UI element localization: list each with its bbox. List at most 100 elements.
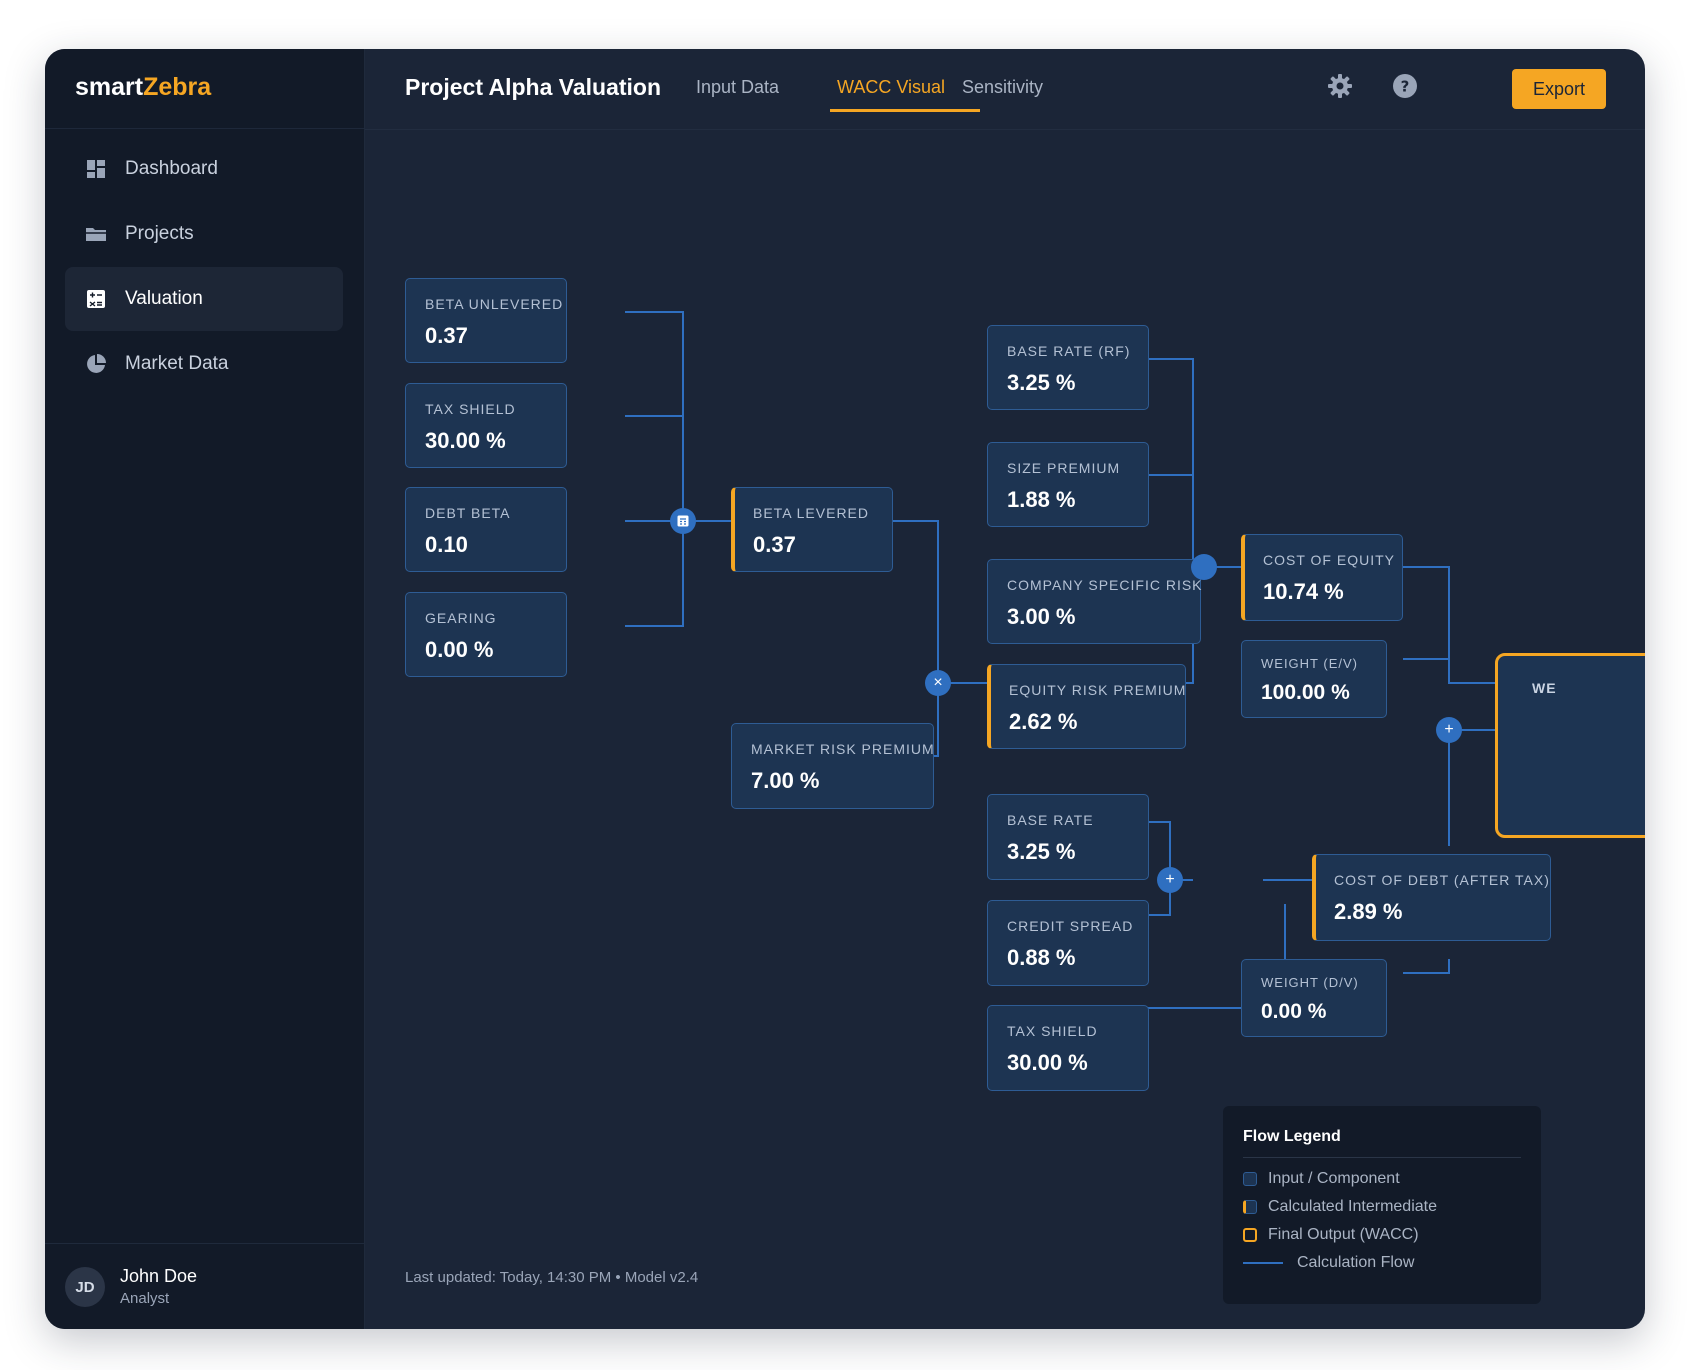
node-market-risk-premium[interactable]: MARKET RISK PREMIUM 7.00 % — [731, 723, 934, 809]
brand-accent: Zebra — [143, 73, 212, 101]
plus-operator-icon[interactable]: + — [1436, 717, 1462, 743]
node-cost-of-debt[interactable]: COST OF DEBT (AFTER TAX) 2.89 % — [1312, 854, 1551, 941]
node-value: 100.00 % — [1261, 681, 1350, 704]
node-value: 2.89 % — [1334, 899, 1403, 924]
legend-item-final: Final Output (WACC) — [1243, 1226, 1419, 1244]
legend-item-calculated: Calculated Intermediate — [1243, 1198, 1437, 1216]
node-value: 0.88 % — [1007, 945, 1076, 970]
top-bar: Project Alpha Valuation Input Data WACC … — [365, 49, 1645, 130]
node-credit-spread[interactable]: CREDIT SPREAD 0.88 % — [987, 900, 1149, 986]
node-value: 10.74 % — [1263, 579, 1344, 604]
node-value: 0.00 % — [425, 637, 494, 662]
sidebar-item-label: Valuation — [125, 288, 203, 309]
node-weight-ev[interactable]: WEIGHT (E/V) 100.00 % — [1241, 640, 1387, 718]
legend-swatch-final — [1243, 1228, 1257, 1242]
pie-chart-icon — [85, 353, 107, 375]
legend-divider — [1243, 1157, 1521, 1158]
export-button[interactable]: Export — [1512, 69, 1606, 109]
node-gearing[interactable]: GEARING 0.00 % — [405, 592, 567, 677]
flow-legend: Flow Legend Input / Component Calculated… — [1223, 1106, 1541, 1304]
legend-label: Calculation Flow — [1297, 1254, 1415, 1271]
node-label: TAX SHIELD — [1007, 1023, 1098, 1039]
node-label: WE — [1532, 680, 1557, 696]
sidebar-item-label: Dashboard — [125, 158, 218, 179]
avatar: JD — [65, 1267, 105, 1307]
help-icon[interactable]: ? — [1390, 71, 1420, 101]
app-window: smartZebra Dashboard Projects Valuation … — [45, 49, 1645, 1329]
node-value: 0.37 — [425, 323, 468, 348]
legend-label: Final Output (WACC) — [1268, 1226, 1419, 1243]
sidebar-item-valuation[interactable]: Valuation — [65, 267, 343, 331]
node-base-rate[interactable]: BASE RATE 3.25 % — [987, 794, 1149, 880]
calculator-icon — [85, 288, 107, 310]
node-beta-unlevered[interactable]: BETA UNLEVERED 0.37 — [405, 278, 567, 363]
legend-swatch-input — [1243, 1172, 1257, 1186]
brand-prefix: smart — [75, 73, 144, 101]
sidebar-item-projects[interactable]: Projects — [65, 202, 343, 266]
sidebar-item-label: Market Data — [125, 353, 229, 374]
node-label: CREDIT SPREAD — [1007, 918, 1134, 934]
node-equity-risk-premium[interactable]: EQUITY RISK PREMIUM 2.62 % — [987, 664, 1186, 749]
node-tax-shield[interactable]: TAX SHIELD 30.00 % — [405, 383, 567, 468]
node-label: WEIGHT (E/V) — [1261, 656, 1358, 671]
brand-logo[interactable]: smartZebra — [75, 73, 211, 102]
node-value: 3.25 % — [1007, 839, 1076, 864]
legend-item-flow: Calculation Flow — [1243, 1254, 1414, 1272]
plus-operator-icon[interactable] — [1191, 554, 1217, 580]
tab-sensitivity[interactable]: Sensitivity — [962, 77, 1043, 98]
node-value: 7.00 % — [751, 768, 820, 793]
node-value: 0.37 — [753, 532, 796, 557]
svg-text:?: ? — [1401, 78, 1410, 96]
calculator-operator-icon[interactable] — [670, 508, 696, 534]
node-cost-of-equity[interactable]: COST OF EQUITY 10.74 % — [1241, 534, 1403, 621]
node-label: DEBT BETA — [425, 505, 511, 521]
plus-operator-icon[interactable]: + — [1157, 867, 1183, 893]
node-label: TAX SHIELD — [425, 401, 516, 417]
user-name: John Doe — [120, 1266, 198, 1286]
node-label: MARKET RISK PREMIUM — [751, 741, 935, 757]
node-label: WEIGHT (D/V) — [1261, 975, 1359, 990]
node-weight-dv[interactable]: WEIGHT (D/V) 0.00 % — [1241, 959, 1387, 1037]
main-area: Project Alpha Valuation Input Data WACC … — [365, 49, 1645, 1329]
node-value: 3.25 % — [1007, 370, 1076, 395]
node-label: BASE RATE (RF) — [1007, 343, 1131, 359]
tab-wacc-visual[interactable]: WACC Visual — [837, 77, 945, 98]
node-base-rate-rf[interactable]: BASE RATE (RF) 3.25 % — [987, 325, 1149, 410]
wacc-flow-canvas: BETA UNLEVERED 0.37 TAX SHIELD 30.00 % D… — [365, 129, 1645, 1329]
active-tab-indicator — [830, 109, 980, 112]
sidebar: smartZebra Dashboard Projects Valuation … — [45, 49, 365, 1329]
sidebar-item-market-data[interactable]: Market Data — [65, 332, 343, 396]
legend-swatch-flow-line — [1243, 1262, 1283, 1264]
node-value: 1.88 % — [1007, 487, 1076, 512]
node-label: BETA LEVERED — [753, 505, 870, 521]
node-value: 3.00 % — [1007, 604, 1076, 629]
settings-gear-icon[interactable] — [1325, 71, 1355, 101]
user-profile[interactable]: JD John Doe Analyst — [45, 1243, 364, 1329]
node-beta-levered[interactable]: BETA LEVERED 0.37 — [731, 487, 893, 572]
node-value: 0.00 % — [1261, 1000, 1327, 1023]
node-tax-shield-debt[interactable]: TAX SHIELD 30.00 % — [987, 1005, 1149, 1091]
user-role: Analyst — [120, 1290, 170, 1307]
tab-input-data[interactable]: Input Data — [696, 77, 779, 98]
node-label: COST OF EQUITY — [1263, 552, 1395, 568]
node-value: 0.10 — [425, 532, 468, 557]
legend-title: Flow Legend — [1243, 1128, 1341, 1145]
node-debt-beta[interactable]: DEBT BETA 0.10 — [405, 487, 567, 572]
node-company-specific-risk[interactable]: COMPANY SPECIFIC RISK 3.00 % — [987, 559, 1202, 644]
node-label: COST OF DEBT (AFTER TAX) — [1334, 872, 1550, 888]
page-title: Project Alpha Valuation — [405, 74, 662, 100]
node-value: 30.00 % — [425, 428, 506, 453]
node-label: BETA UNLEVERED — [425, 296, 564, 312]
sidebar-item-label: Projects — [125, 223, 194, 244]
folder-icon — [85, 223, 107, 245]
node-label: BASE RATE — [1007, 812, 1094, 828]
node-label: SIZE PREMIUM — [1007, 460, 1121, 476]
node-wacc-output[interactable]: WE — [1495, 653, 1645, 838]
node-size-premium[interactable]: SIZE PREMIUM 1.88 % — [987, 442, 1149, 527]
sidebar-item-dashboard[interactable]: Dashboard — [65, 137, 343, 201]
multiply-operator-icon[interactable]: × — [925, 670, 951, 696]
legend-label: Calculated Intermediate — [1268, 1198, 1437, 1215]
last-updated-note: Last updated: Today, 14:30 PM • Model v2… — [405, 1269, 699, 1286]
legend-swatch-calculated — [1243, 1200, 1257, 1214]
legend-item-input: Input / Component — [1243, 1170, 1400, 1188]
